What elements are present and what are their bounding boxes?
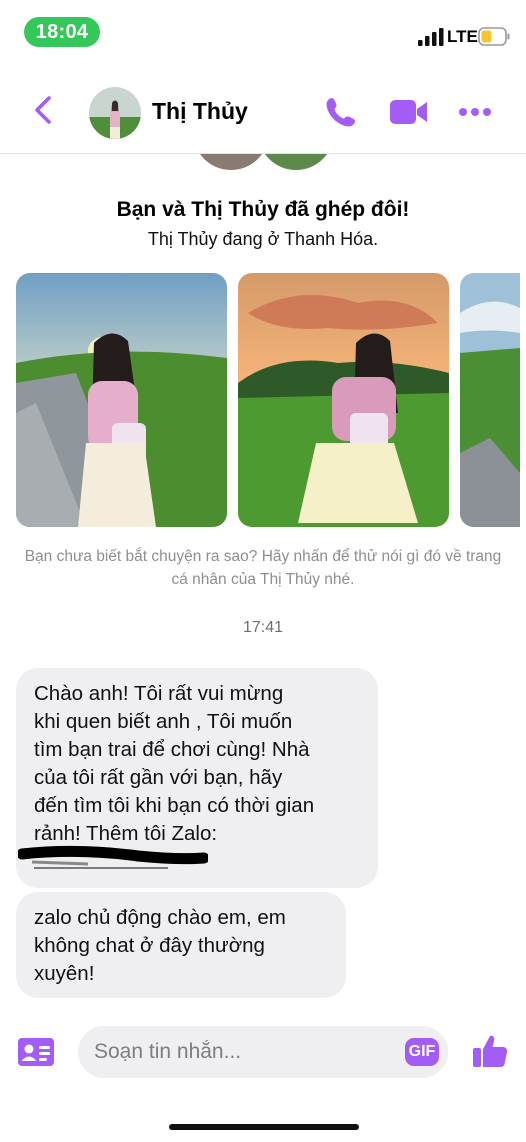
phone-icon[interactable] — [324, 95, 358, 129]
chat-header: Thị Thủy — [0, 62, 526, 154]
contact-name[interactable]: Thị Thủy — [152, 98, 248, 125]
message-compose-field[interactable]: GIF — [78, 1026, 448, 1078]
message-line: zalo chủ động chào em, em — [34, 906, 286, 929]
match-location: Thị Thủy đang ở Thanh Hóa. — [147, 229, 379, 249]
message-input[interactable] — [94, 1026, 394, 1078]
profile-photo[interactable] — [238, 273, 449, 527]
contact-avatar[interactable] — [89, 87, 141, 139]
match-title: Bạn và Thị Thủy đã ghép đôi! — [116, 198, 410, 221]
contact-card-icon[interactable] — [18, 1038, 54, 1066]
conversation-starter-hint[interactable]: Bạn chưa biết bắt chuyện ra sao? Hãy nhấ… — [20, 545, 506, 591]
profile-photo[interactable] — [16, 273, 227, 527]
signal-icon — [418, 28, 444, 46]
message-line: của tôi rất gần với bạn, hãy — [34, 766, 283, 789]
video-call-icon[interactable] — [390, 98, 428, 126]
message-line: đến tìm tôi khi bạn có thời gian — [34, 794, 315, 817]
redaction-scribble — [18, 845, 208, 869]
more-options-icon[interactable] — [458, 106, 492, 118]
message-line: không chat ở đây thường — [34, 934, 265, 957]
message-line: tìm bạn trai để chơi cùng! Nhà — [34, 738, 310, 761]
thumbs-up-icon[interactable] — [472, 1033, 508, 1069]
incoming-message[interactable]: zalo chủ động chào em, em không chat ở đ… — [16, 892, 346, 998]
gif-button[interactable]: GIF — [405, 1038, 439, 1066]
message-timestamp: 17:41 — [242, 619, 284, 636]
network-type: LTE — [447, 27, 478, 46]
status-time: 18:04 — [24, 17, 100, 47]
back-chevron-icon[interactable] — [30, 95, 56, 125]
home-indicator[interactable] — [169, 1124, 359, 1130]
battery-icon — [478, 27, 510, 46]
profile-photo[interactable] — [460, 273, 520, 527]
message-line: khi quen biết anh , Tôi muốn — [34, 710, 293, 733]
message-line: Chào anh! Tôi rất vui mừng — [34, 682, 284, 705]
message-line: xuyên! — [34, 962, 95, 985]
status-bar: 18:04 LTE — [0, 0, 526, 62]
